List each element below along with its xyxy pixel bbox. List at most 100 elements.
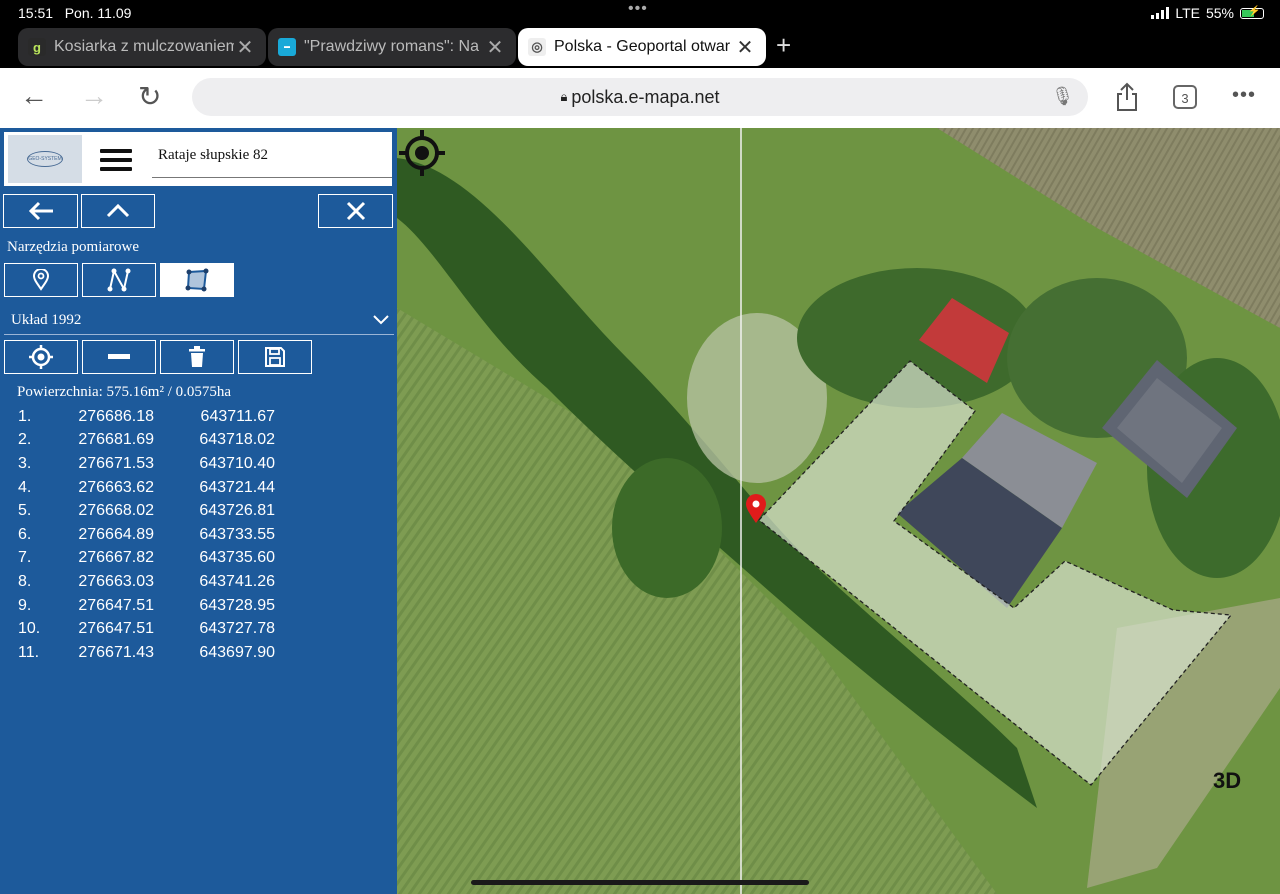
save-icon bbox=[265, 347, 285, 367]
status-time: 15:51 Pon. 11.09 bbox=[18, 5, 132, 21]
close-tab-icon[interactable]: ✕ bbox=[484, 35, 506, 60]
save-button[interactable] bbox=[238, 340, 312, 374]
coord-y: 643710.40 bbox=[199, 454, 275, 472]
close-icon bbox=[346, 201, 365, 221]
point-number: 7. bbox=[18, 549, 32, 567]
back-button[interactable] bbox=[3, 194, 78, 228]
lock-icon: 🔒︎ bbox=[560, 89, 568, 104]
minus-icon bbox=[108, 354, 130, 359]
coordinate-row: 11. 276671.43 643697.90 bbox=[14, 641, 314, 665]
address-bar[interactable]: 🔒︎ polska.e-mapa.net 🎙︎ bbox=[192, 78, 1088, 116]
coord-x: 276667.82 bbox=[78, 549, 154, 567]
coord-x: 276671.43 bbox=[78, 643, 154, 661]
divider bbox=[4, 334, 394, 335]
coord-x: 276647.51 bbox=[78, 596, 154, 614]
point-number: 3. bbox=[18, 454, 32, 472]
coord-x: 276664.89 bbox=[78, 525, 154, 543]
tab-geoportal[interactable]: ◎ Polska - Geoportal otwar ✕ bbox=[518, 28, 766, 66]
coord-y: 643735.60 bbox=[199, 549, 275, 567]
status-bar: 15:51 Pon. 11.09 ••• LTE 55% ⚡ bbox=[0, 0, 1280, 26]
measure-point-button[interactable] bbox=[4, 263, 78, 297]
coordinate-row: 1. 276686.18 643711.67 bbox=[14, 405, 314, 429]
area-result: Powierzchnia: 575.16m² / 0.0575ha bbox=[17, 384, 232, 400]
close-panel-button[interactable] bbox=[318, 194, 393, 228]
coord-x: 276671.53 bbox=[78, 454, 154, 472]
point-number: 5. bbox=[18, 502, 32, 520]
coord-y: 643733.55 bbox=[199, 525, 275, 543]
battery-percent: 55% bbox=[1205, 5, 1234, 21]
measure-distance-button[interactable] bbox=[82, 263, 156, 297]
coord-x: 276668.02 bbox=[78, 502, 154, 520]
tab-bar: g Kosiarka z mulczowaniem ✕ ▬ "Prawdziwy… bbox=[0, 26, 1280, 68]
coord-y: 643697.90 bbox=[199, 643, 275, 661]
coord-y: 643711.67 bbox=[200, 407, 275, 425]
multitasking-dots[interactable]: ••• bbox=[628, 0, 648, 18]
tab-title: "Prawdziwy romans": Na bbox=[304, 38, 479, 55]
signal-icon bbox=[1151, 7, 1170, 19]
coord-y: 643727.78 bbox=[199, 620, 275, 638]
measurement-results: Powierzchnia: 575.16m² / 0.0575ha 1. 2766… bbox=[14, 384, 314, 665]
coordinate-row: 8. 276663.03 643741.26 bbox=[14, 570, 314, 594]
polygon-icon bbox=[185, 268, 209, 292]
coord-x: 276663.03 bbox=[78, 572, 154, 590]
coordinate-row: 7. 276667.82 643735.60 bbox=[14, 547, 314, 571]
point-number: 9. bbox=[18, 596, 32, 614]
reload-icon[interactable]: ↻ bbox=[138, 80, 161, 113]
point-number: 8. bbox=[18, 572, 32, 590]
arrow-left-icon bbox=[28, 201, 53, 221]
microphone-icon[interactable]: 🎙︎ bbox=[1051, 86, 1074, 107]
point-number: 4. bbox=[18, 478, 32, 496]
polyline-icon bbox=[107, 268, 131, 292]
back-icon[interactable]: ← bbox=[20, 80, 48, 112]
coordinate-row: 4. 276663.62 643721.44 bbox=[14, 476, 314, 500]
coordinate-row: 9. 276647.51 643728.95 bbox=[14, 594, 314, 618]
more-options-icon[interactable]: ••• bbox=[1232, 84, 1256, 107]
coord-x: 276686.18 bbox=[78, 407, 154, 425]
tab-prawdziwy-romans[interactable]: ▬ "Prawdziwy romans": Na ✕ bbox=[268, 28, 516, 66]
3d-view-button[interactable]: 3D bbox=[1213, 768, 1241, 794]
chevron-up-icon bbox=[106, 203, 130, 218]
coordinate-row: 2. 276681.69 643718.02 bbox=[14, 429, 314, 453]
close-tab-icon[interactable]: ✕ bbox=[234, 35, 256, 60]
close-tab-icon[interactable]: ✕ bbox=[734, 35, 756, 60]
remove-point-button[interactable] bbox=[82, 340, 156, 374]
coord-x: 276663.62 bbox=[78, 478, 154, 496]
url-text: polska.e-mapa.net bbox=[571, 86, 720, 107]
tab-title: Kosiarka z mulczowaniem bbox=[54, 38, 234, 55]
chevron-down-icon[interactable] bbox=[372, 314, 390, 326]
forward-icon[interactable]: → bbox=[80, 80, 108, 112]
measurement-panel: GEO-SYSTEM Rataje słupskie 82 Narzędzia … bbox=[0, 128, 397, 894]
tab-favicon-icon: g bbox=[28, 38, 46, 56]
share-icon[interactable] bbox=[1115, 82, 1139, 118]
tab-kosiarka[interactable]: g Kosiarka z mulczowaniem ✕ bbox=[18, 28, 266, 66]
delete-button[interactable] bbox=[160, 340, 234, 374]
geo-system-logo[interactable]: GEO-SYSTEM bbox=[8, 135, 82, 183]
browser-toolbar: ← → ↻ 🔒︎ polska.e-mapa.net 🎙︎ 3 ••• bbox=[0, 68, 1280, 129]
point-number: 10. bbox=[18, 620, 41, 638]
locate-button[interactable] bbox=[4, 340, 78, 374]
panel-header: GEO-SYSTEM Rataje słupskie 82 bbox=[4, 132, 392, 186]
globe-icon: ◎ bbox=[528, 38, 546, 56]
tab-favicon-icon: ▬ bbox=[278, 38, 296, 56]
tools-label: Narzędzia pomiarowe bbox=[7, 239, 140, 255]
collapse-button[interactable] bbox=[81, 194, 155, 228]
map-view[interactable]: 3D bbox=[397, 128, 1280, 894]
locate-me-icon[interactable] bbox=[397, 128, 447, 178]
network-label: LTE bbox=[1175, 5, 1200, 21]
point-number: 1. bbox=[18, 407, 32, 425]
trash-icon bbox=[189, 346, 205, 367]
tab-count-button[interactable]: 3 bbox=[1173, 85, 1197, 109]
new-tab-icon[interactable]: + bbox=[776, 30, 791, 61]
point-number: 11. bbox=[18, 643, 40, 661]
measure-area-button[interactable] bbox=[160, 263, 234, 297]
map-pin-icon bbox=[32, 269, 50, 291]
search-input[interactable]: Rataje słupskie 82 bbox=[152, 138, 392, 178]
menu-icon[interactable] bbox=[100, 149, 132, 176]
coord-y: 643718.02 bbox=[199, 431, 275, 449]
tab-title: Polska - Geoportal otwar bbox=[554, 38, 731, 55]
coordinate-row: 5. 276668.02 643726.81 bbox=[14, 499, 314, 523]
coordinate-system-select[interactable]: Układ 1992 bbox=[11, 312, 81, 329]
coord-y: 643741.26 bbox=[199, 572, 275, 590]
home-indicator[interactable] bbox=[471, 880, 809, 885]
point-number: 2. bbox=[18, 431, 32, 449]
